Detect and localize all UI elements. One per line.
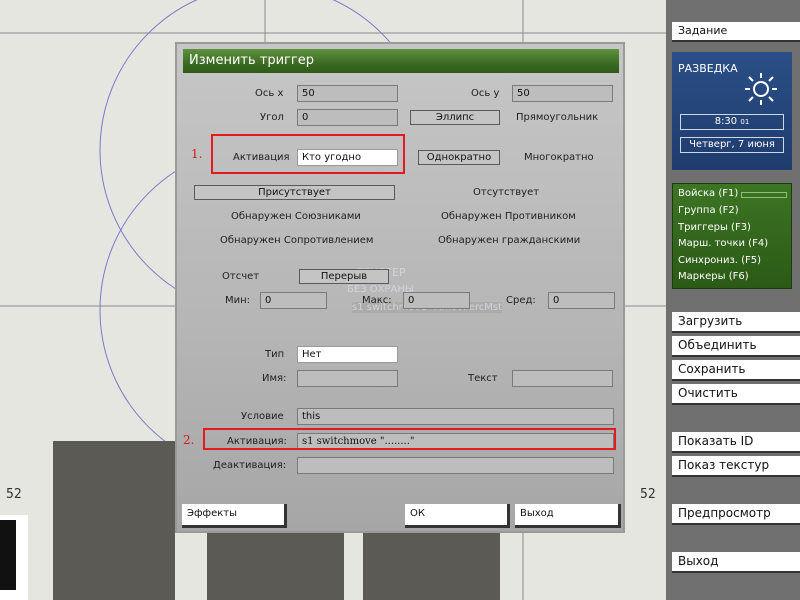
angle-label: Угол: [260, 112, 284, 123]
axis-x-field[interactable]: 50: [297, 85, 398, 102]
name-label: Имя:: [262, 373, 287, 384]
time-display: 8:30 01: [680, 114, 784, 130]
time-seconds: 01: [740, 118, 750, 126]
annotation-box-2: [203, 428, 616, 450]
absent-option[interactable]: Отсутствует: [473, 187, 539, 198]
mode-item-underline: [741, 192, 787, 198]
show-textures-button[interactable]: Показ текстур: [672, 456, 800, 477]
date-display: Четверг, 7 июня: [680, 137, 784, 153]
map-grid-label: 52: [6, 487, 22, 502]
map-building: [363, 533, 500, 600]
name-field[interactable]: [297, 370, 398, 387]
mode-item-sync[interactable]: Синхрониз. (F5): [678, 255, 761, 266]
mid-field[interactable]: 0: [548, 292, 615, 309]
detected-enemy-option[interactable]: Обнаружен Противником: [441, 211, 576, 222]
max-field[interactable]: 0: [403, 292, 470, 309]
condition-label: Условие: [241, 411, 284, 422]
clear-button[interactable]: Очистить: [672, 384, 800, 405]
preview-button[interactable]: Предпросмотр: [672, 504, 800, 525]
mid-label: Сред:: [506, 295, 536, 306]
detected-resistance-option[interactable]: Обнаружен Сопротивлением: [220, 235, 373, 246]
mode-item-triggers[interactable]: Триггеры (F3): [678, 222, 751, 233]
angle-field[interactable]: 0: [297, 109, 398, 126]
text-field[interactable]: [512, 370, 613, 387]
max-label: Макс:: [362, 295, 392, 306]
mode-item-waypoints[interactable]: Марш. точки (F4): [678, 238, 768, 249]
mode-list: Войска (F1) Группа (F2) Триггеры (F3) Ма…: [672, 183, 792, 289]
edit-trigger-dialog: Изменить триггер ТРИГГЕР БЕЗ ОХРАНЫ s1 s…: [175, 42, 625, 533]
min-label: Мин:: [225, 295, 251, 306]
countdown-option[interactable]: Отсчет: [222, 271, 259, 282]
merge-button[interactable]: Объединить: [672, 336, 800, 357]
on-deactivation-label: Деактивация:: [213, 460, 287, 471]
map-marker: [0, 520, 16, 590]
recon-title: РАЗВЕДКА: [678, 62, 738, 75]
map-grid-label: 52: [640, 487, 656, 502]
condition-field[interactable]: this: [297, 408, 614, 425]
save-button[interactable]: Сохранить: [672, 360, 800, 381]
load-button[interactable]: Загрузить: [672, 312, 800, 333]
map-building: [53, 441, 175, 600]
task-button[interactable]: Задание: [672, 22, 800, 42]
time-value: 8:30: [714, 116, 738, 127]
mode-item-units[interactable]: Войска (F1): [678, 188, 738, 199]
once-button[interactable]: Однократно: [418, 150, 500, 165]
axis-x-label: Ось x: [255, 88, 284, 99]
min-field[interactable]: 0: [260, 292, 327, 309]
repeatedly-option[interactable]: Многократно: [524, 152, 594, 163]
type-select[interactable]: Нет: [297, 346, 398, 363]
sun-icon: [745, 73, 777, 105]
annotation-box-1: [211, 134, 405, 174]
rectangle-option[interactable]: Прямоугольник: [516, 112, 598, 123]
annotation-number-1: 1.: [191, 147, 203, 161]
present-button[interactable]: Присутствует: [194, 185, 395, 200]
map-building: [207, 533, 344, 600]
mode-item-group[interactable]: Группа (F2): [678, 205, 739, 216]
on-deactivation-field[interactable]: [297, 457, 614, 474]
mode-item-markers[interactable]: Маркеры (F6): [678, 271, 749, 282]
effects-button[interactable]: Эффекты: [182, 504, 287, 528]
timeout-button[interactable]: Перерыв: [299, 269, 389, 284]
exit-button[interactable]: Выход: [672, 552, 800, 573]
axis-y-field[interactable]: 50: [512, 85, 613, 102]
exit-dialog-button[interactable]: Выход: [515, 504, 621, 528]
dialog-title: Изменить триггер: [183, 49, 619, 73]
detected-civilians-option[interactable]: Обнаружен гражданскими: [438, 235, 580, 246]
ok-button[interactable]: ОК: [405, 504, 510, 528]
recon-panel: РАЗВЕДКА 8:30 01 Четверг, 7 июня: [672, 52, 792, 170]
annotation-number-2: 2.: [183, 433, 195, 447]
detected-allies-option[interactable]: Обнаружен Союзниками: [231, 211, 361, 222]
show-id-button[interactable]: Показать ID: [672, 432, 800, 453]
type-label: Тип: [265, 349, 285, 360]
ellipse-button[interactable]: Эллипс: [410, 110, 500, 125]
text-label: Текст: [468, 373, 498, 384]
axis-y-label: Ось y: [471, 88, 500, 99]
